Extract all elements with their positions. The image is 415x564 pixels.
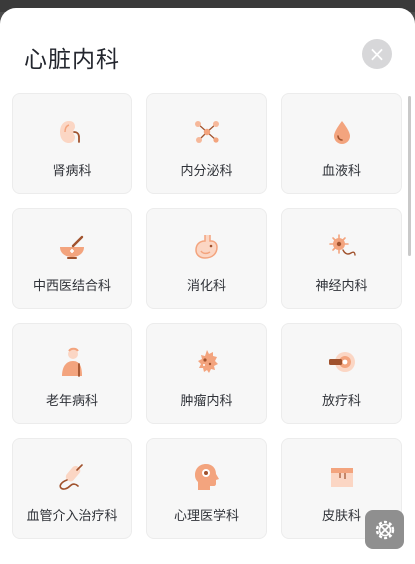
head-brain-icon: [194, 464, 219, 490]
kidney-icon: [60, 121, 80, 143]
department-label: 肾病科: [52, 164, 92, 179]
close-button[interactable]: ×: [362, 39, 392, 69]
floating-settings-button[interactable]: [365, 510, 404, 549]
department-card-vascular-intervention[interactable]: 血管介入治疗科: [12, 438, 132, 539]
elderly-person-icon: [62, 347, 82, 377]
department-card-nephrology[interactable]: 肾病科: [12, 93, 132, 194]
department-card-radiotherapy[interactable]: 放疗科: [281, 323, 402, 424]
stomach-icon: [194, 235, 218, 259]
department-label: 神经内科: [315, 279, 368, 294]
scrollbar[interactable]: [408, 96, 411, 256]
department-label: 血液科: [321, 164, 361, 179]
department-card-integrated-medicine[interactable]: 中西医结合科: [12, 208, 132, 309]
settings-tool-icon: [375, 520, 394, 539]
tumor-cell-icon: [197, 350, 218, 373]
modal-title: 心脏内科: [24, 47, 120, 73]
department-label: 心理医学科: [173, 509, 239, 524]
department-label: 内分泌科: [180, 164, 233, 179]
neuron-icon: [328, 234, 356, 256]
department-label: 放疗科: [321, 394, 361, 409]
department-grid: 肾病科 内分泌科 血液科 中西医结合科 消化科 神经内科 老年病科 肿瘤内科 放…: [12, 93, 402, 539]
skin-layer-icon: [330, 468, 353, 487]
mortar-pestle-icon: [60, 235, 84, 259]
department-card-hematology[interactable]: 血液科: [281, 93, 402, 194]
department-card-psychology[interactable]: 心理医学科: [146, 438, 267, 539]
blood-drop-icon: [333, 121, 350, 144]
department-card-geriatrics[interactable]: 老年病科: [12, 323, 132, 424]
department-card-endocrinology[interactable]: 内分泌科: [146, 93, 267, 194]
department-card-gastroenterology[interactable]: 消化科: [146, 208, 267, 309]
department-card-oncology[interactable]: 肿瘤内科: [146, 323, 267, 424]
radiation-device-icon: [328, 352, 355, 372]
department-label: 老年病科: [45, 394, 98, 409]
department-label: 消化科: [186, 279, 226, 294]
department-label: 血管介入治疗科: [26, 509, 118, 524]
molecule-icon: [194, 121, 219, 143]
catheter-icon: [59, 464, 83, 490]
department-card-neurology[interactable]: 神经内科: [281, 208, 402, 309]
close-icon: ×: [368, 42, 386, 66]
department-label: 中西医结合科: [32, 279, 111, 294]
department-label: 肿瘤内科: [180, 394, 233, 409]
